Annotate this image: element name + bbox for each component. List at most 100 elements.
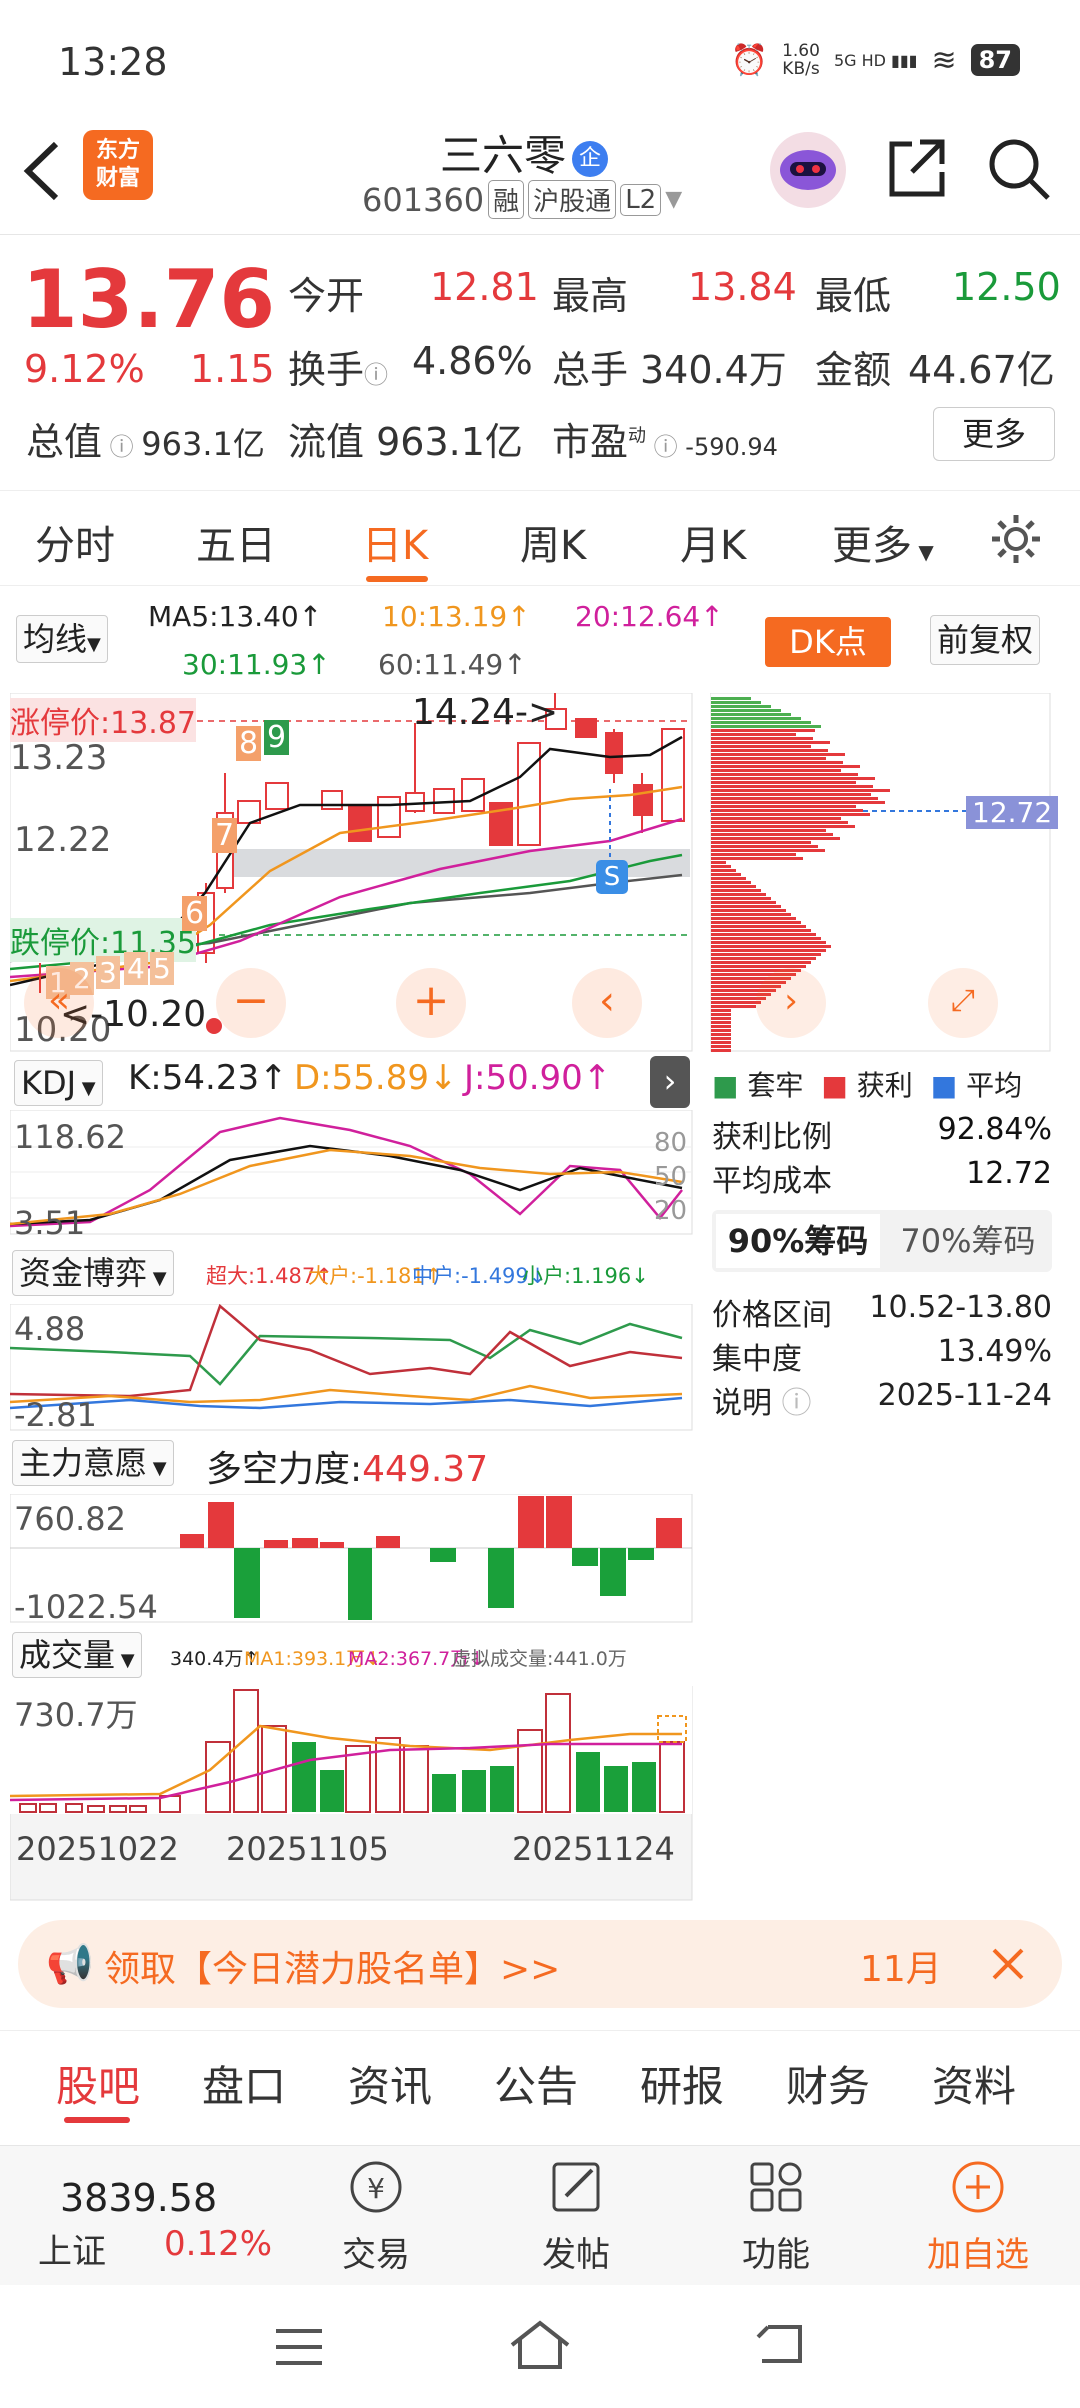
indicator-select-volume[interactable]: 成交量 ▼ xyxy=(12,1632,142,1678)
back-arrow-icon[interactable] xyxy=(22,140,62,202)
tab-five-day[interactable]: 五日 xyxy=(196,513,276,571)
tab-monthly-k[interactable]: 月K xyxy=(680,513,746,571)
index-name: 上证 xyxy=(38,2232,106,2272)
close-icon[interactable] xyxy=(990,1946,1026,1982)
sell-signal-badge[interactable]: S xyxy=(596,860,628,894)
indicator-select-kdj[interactable]: KDJ ▼ xyxy=(14,1060,103,1106)
indicator-select-ma[interactable]: 均线▼ xyxy=(16,615,108,663)
td-count-4: 4 xyxy=(124,952,148,985)
chip-bar xyxy=(711,701,761,704)
chip-bar xyxy=(711,797,878,800)
adjust-select[interactable]: 前复权 xyxy=(930,615,1041,665)
promo-banner[interactable]: 📢 领取【今日潜力股名单】>> 11月 xyxy=(18,1920,1062,2008)
scroll-start-button[interactable]: « xyxy=(24,968,94,1038)
chip-bar xyxy=(711,877,746,880)
chip-bar xyxy=(711,933,816,936)
tab-chip-70[interactable]: 70%筹码 xyxy=(888,1214,1048,1268)
stock-header: 东方 财富 三六零企 601360 融 沪股通 L2 ▼ xyxy=(0,120,1080,235)
trade-icon: ¥ xyxy=(350,2161,402,2213)
banner-text: 领取【今日潜力股名单】>> xyxy=(104,1949,561,1990)
chip-bar xyxy=(711,765,860,768)
eastmoney-logo: 东方 财富 xyxy=(83,130,153,200)
chip-bar xyxy=(711,905,781,908)
tab-finance[interactable]: 财务 xyxy=(786,2053,870,2114)
wifi-icon: ≋ xyxy=(931,42,957,78)
share-icon[interactable] xyxy=(884,136,948,200)
legend-trapped: ■ 套牢 xyxy=(712,1069,804,1102)
indicator-select-main[interactable]: 主力意愿 ▼ xyxy=(12,1440,174,1486)
chip-bar xyxy=(711,921,801,924)
low-value: 12.50 xyxy=(952,265,1061,309)
tab-news[interactable]: 资讯 xyxy=(348,2053,432,2114)
virtual-volume-label: 虚拟成交量:441.0万 xyxy=(452,1648,627,1670)
chip-bar xyxy=(711,721,811,724)
chip-bar xyxy=(711,809,863,812)
trade-button[interactable]: ¥ 交易 xyxy=(316,2156,436,2276)
td-count-8: 8 xyxy=(236,726,262,761)
functions-button[interactable]: 功能 xyxy=(716,2156,836,2276)
zoom-out-button[interactable]: − xyxy=(216,968,286,1038)
stock-code-line[interactable]: 601360 融 沪股通 L2 ▼ xyxy=(362,180,682,219)
status-time: 13:28 xyxy=(58,40,168,84)
tab-forum[interactable]: 股吧 xyxy=(56,2053,140,2114)
chip-bar xyxy=(711,761,843,764)
alarm-icon: ⏰ xyxy=(730,42,769,78)
index-value[interactable]: 3839.58 xyxy=(60,2176,217,2220)
chip-bar xyxy=(711,829,826,832)
robot-assistant-icon[interactable] xyxy=(768,130,848,210)
dropdown-icon: ▼ xyxy=(665,187,683,212)
tab-research[interactable]: 研报 xyxy=(640,2053,724,2114)
chip-bar xyxy=(711,753,845,756)
ma60-label: 60:11.49↑ xyxy=(378,648,527,681)
menu-icon[interactable] xyxy=(274,2325,324,2369)
battery-icon: 87 xyxy=(970,44,1020,76)
scroll-left-button[interactable]: ‹ xyxy=(572,968,642,1038)
chip-bar xyxy=(711,1013,731,1016)
open-label: 今开 xyxy=(288,274,365,318)
add-watchlist-button[interactable]: 加自选 xyxy=(918,2156,1038,2276)
chip-bar xyxy=(711,769,841,772)
enterprise-badge: 企 xyxy=(572,140,609,177)
chip-scroll-button[interactable]: › xyxy=(756,968,826,1038)
tab-daily-k[interactable]: 日K xyxy=(362,513,428,571)
quote-panel: 13.76 9.12% 1.15 总值 ⓘ 963.1亿 今开 12.81 最高… xyxy=(0,235,1080,490)
volume-y-high: 730.7万 xyxy=(14,1696,138,1734)
signal-icon: 5G HD ▮▮▮ xyxy=(833,50,918,70)
post-button[interactable]: 发帖 xyxy=(516,2156,636,2276)
settings-gear-icon[interactable] xyxy=(988,511,1044,567)
tab-profile[interactable]: 资料 xyxy=(932,2053,1016,2114)
td-count-6: 6 xyxy=(182,896,208,931)
avg-cost-row: 平均成本 12.72 xyxy=(712,1156,1052,1199)
concentration-row: 集中度 13.49% xyxy=(712,1334,1052,1377)
more-button[interactable]: 更多 xyxy=(933,407,1055,461)
tab-chip-90[interactable]: 90%筹码 xyxy=(716,1214,880,1268)
turnover-label: 换手ⓘ xyxy=(288,348,389,392)
dk-point-button[interactable]: DK点 xyxy=(765,617,891,667)
search-icon[interactable] xyxy=(986,136,1052,202)
tab-announcements[interactable]: 公告 xyxy=(494,2053,578,2114)
indicator-select-funds[interactable]: 资金博弈 ▼ xyxy=(12,1250,174,1296)
chip-tab-switch: 90%筹码 70%筹码 xyxy=(712,1210,1052,1272)
home-icon[interactable] xyxy=(508,2317,572,2371)
y-label-high: 13.23 xyxy=(10,738,108,778)
funds-game-chart[interactable] xyxy=(10,1304,694,1432)
mcap-label: 总值 ⓘ 963.1亿 xyxy=(26,420,265,464)
chip-bar xyxy=(711,961,811,964)
zoom-in-button[interactable]: + xyxy=(396,968,466,1038)
expand-icon[interactable]: ⤢ xyxy=(928,968,998,1038)
expand-panel-button[interactable]: › xyxy=(650,1056,690,1108)
chip-bar xyxy=(711,793,871,796)
chip-bar xyxy=(711,733,796,736)
tab-more[interactable]: 更多 ▼ xyxy=(832,513,934,571)
back-icon[interactable] xyxy=(754,2321,810,2367)
tab-order-book[interactable]: 盘口 xyxy=(202,2053,286,2114)
td-count-7: 7 xyxy=(212,818,238,853)
td-count-5: 5 xyxy=(150,952,174,985)
turnover-value: 4.86% xyxy=(412,339,533,383)
tab-weekly-k[interactable]: 周K xyxy=(520,513,586,571)
tab-intraday[interactable]: 分时 xyxy=(35,513,115,571)
grid-icon xyxy=(750,2162,802,2212)
long-short-power: 多空力度:449.37 xyxy=(206,1449,489,1490)
chip-bar xyxy=(711,821,848,824)
high-annotation: 14.24-> xyxy=(412,692,559,733)
